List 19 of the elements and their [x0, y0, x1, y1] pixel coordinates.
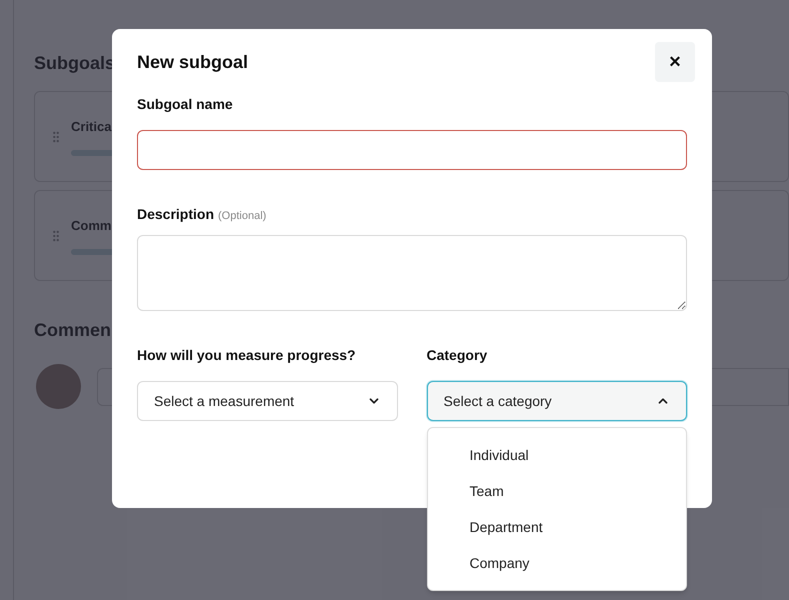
section-heading: Subgoals	[34, 52, 116, 75]
select-dropdown[interactable]: Select a measurement	[137, 381, 398, 421]
select-dropdown[interactable]: Select a category	[426, 381, 687, 421]
field-label: How will you measure progress?	[137, 346, 357, 365]
optional-hint: (Optional)	[218, 209, 266, 224]
input-field[interactable]	[137, 130, 687, 170]
close-button[interactable]: ×	[655, 42, 695, 82]
menu-item[interactable]: Company	[428, 545, 686, 581]
subgoal-title: Comm	[71, 216, 112, 235]
menu-item[interactable]: Individual	[428, 437, 686, 473]
modal-title: New subgoal	[137, 50, 248, 74]
menu-item[interactable]: Team	[428, 473, 686, 509]
subgoal-title: Critica	[71, 118, 112, 136]
field-label: Description	[137, 205, 214, 224]
menu-item[interactable]: Department	[428, 509, 686, 545]
field-label: Subgoal name	[137, 95, 234, 114]
field-label: Category	[426, 346, 488, 365]
textarea-field[interactable]	[137, 235, 687, 311]
section-heading: Commen	[34, 319, 112, 342]
